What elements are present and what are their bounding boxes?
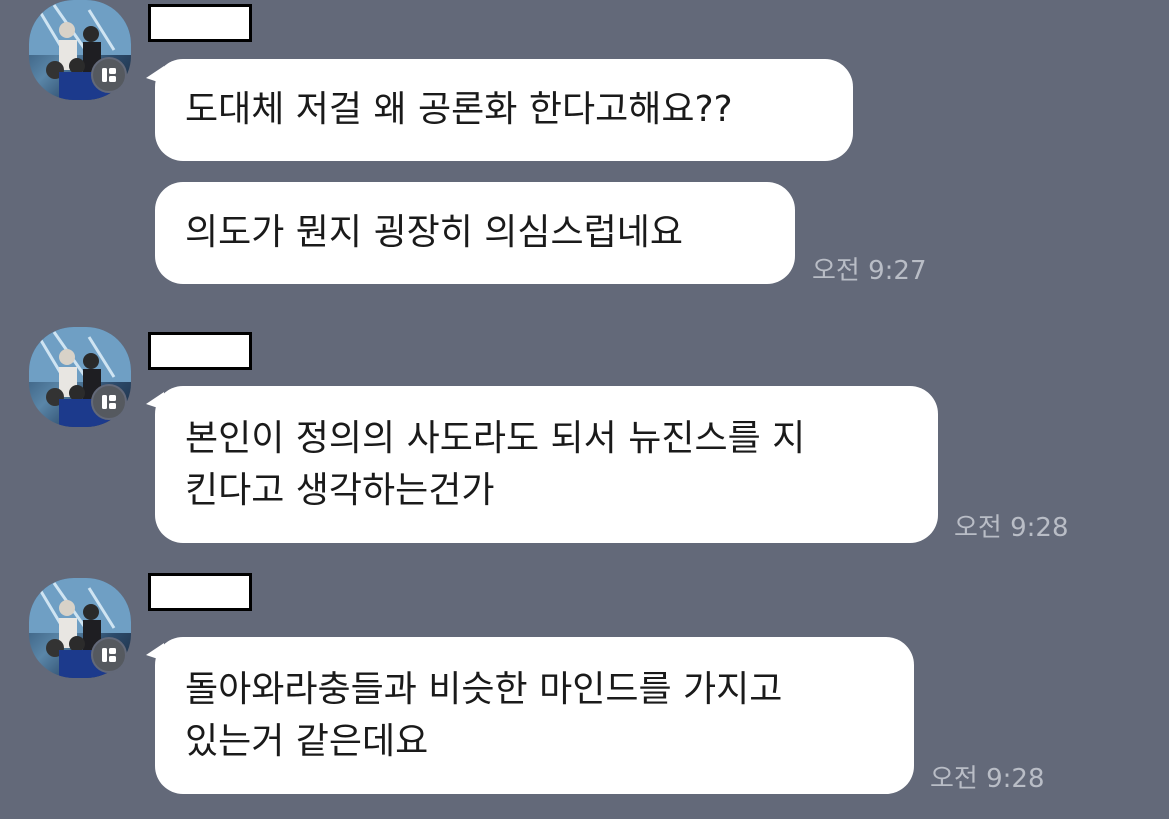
message-timestamp: 오전 9:28 <box>954 513 1069 543</box>
message-text: 의도가 뭔지 굉장히 의심스럽네요 <box>185 212 684 253</box>
message-text: 본인이 정의의 사도라도 되서 뉴진스를 지 <box>185 418 806 459</box>
sender-name-redacted <box>148 332 252 370</box>
message-bubble[interactable]: 본인이 정의의 사도라도 되서 뉴진스를 지 킨다고 생각하는건가 <box>155 386 938 543</box>
sender-name-redacted <box>148 573 252 611</box>
message-timestamp: 오전 9:27 <box>812 256 927 286</box>
message-text: 도대체 저걸 왜 공론화 한다고해요?? <box>185 89 733 130</box>
message-text: 돌아와라충들과 비슷한 마인드를 가지고 <box>185 669 783 710</box>
message-bubble[interactable]: 돌아와라충들과 비슷한 마인드를 가지고 있는거 같은데요 <box>155 637 914 794</box>
message-timestamp: 오전 9:28 <box>930 764 1045 794</box>
message-text: 킨다고 생각하는건가 <box>185 470 495 511</box>
message-bubble[interactable]: 의도가 뭔지 굉장히 의심스럽네요 <box>155 182 795 284</box>
channel-badge-icon <box>91 384 127 420</box>
channel-badge-icon <box>91 637 127 673</box>
channel-badge-icon <box>91 57 127 93</box>
message-text: 있는거 같은데요 <box>185 721 429 762</box>
message-bubble[interactable]: 도대체 저걸 왜 공론화 한다고해요?? <box>155 59 853 161</box>
sender-name-redacted <box>148 4 252 42</box>
